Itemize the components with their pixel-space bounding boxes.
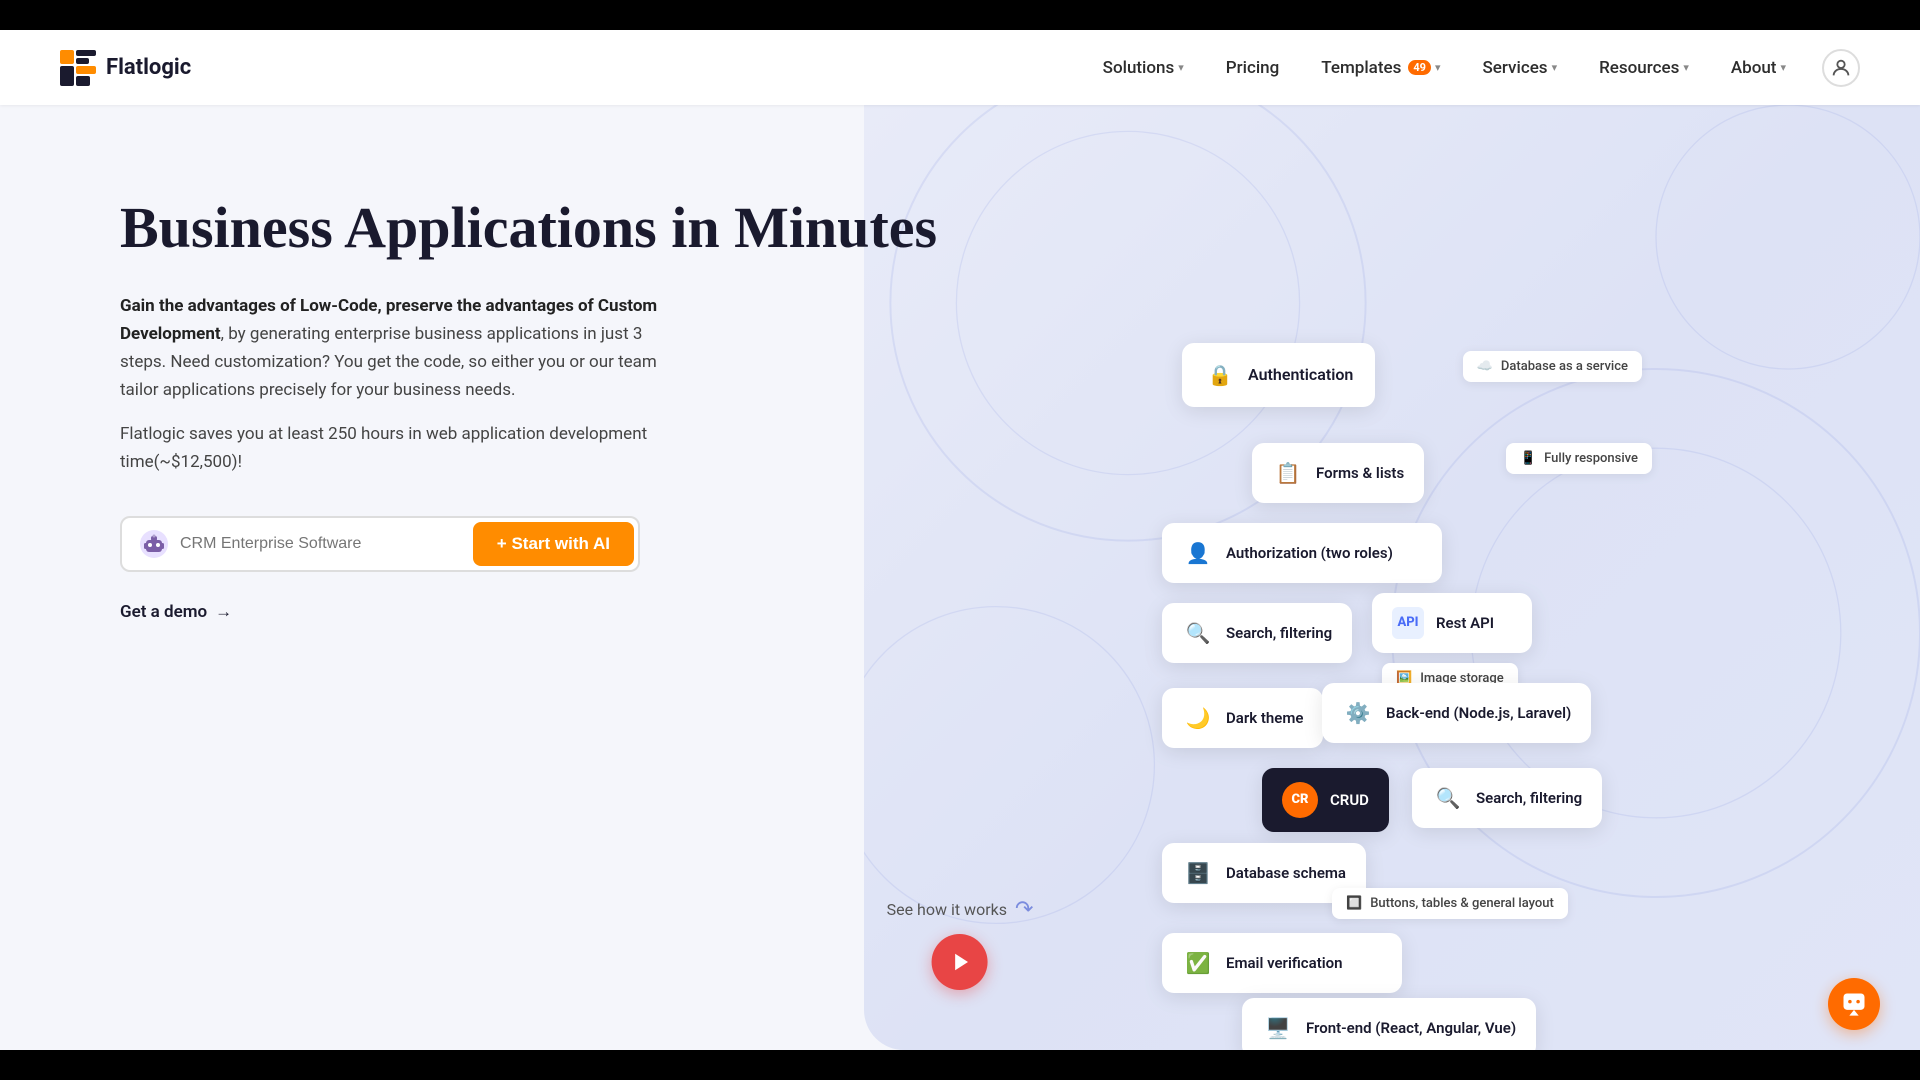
user-icon[interactable] <box>1822 49 1860 87</box>
authorization-label: Authorization (two roles) <box>1226 544 1393 562</box>
frontend-card[interactable]: 🖥️ Front-end (React, Angular, Vue) <box>1242 998 1536 1051</box>
see-how-label: See how it works <box>887 900 1007 919</box>
hero-desc-bold: Gain the advantages of Low-Code, preserv… <box>120 296 657 344</box>
cloud-icon: ☁️ <box>1477 359 1493 374</box>
backend-label: Back-end (Node.js, Laravel) <box>1386 704 1571 722</box>
start-ai-button[interactable]: + Start with AI <box>473 522 634 566</box>
search-input[interactable] <box>180 535 473 553</box>
buttons-tables-card[interactable]: 🔲 Buttons, tables & general layout <box>1332 888 1568 919</box>
templates-chevron: ▾ <box>1435 61 1441 74</box>
search-filtering-label: Search, filtering <box>1226 624 1332 642</box>
crud-label: CRUD <box>1330 791 1369 809</box>
hero-savings: Flatlogic saves you at least 250 hours i… <box>120 420 680 476</box>
hero-description: Gain the advantages of Low-Code, preserv… <box>120 292 680 404</box>
search-icon: 🔍 <box>1182 617 1214 649</box>
see-how-section: See how it works ↷ <box>887 897 1034 990</box>
search-filtering-2-card[interactable]: 🔍 Search, filtering <box>1412 768 1602 828</box>
chatbot-icon <box>1840 990 1868 1018</box>
crud-card[interactable]: CR CRUD <box>1262 768 1389 832</box>
ai-icon <box>138 528 170 560</box>
templates-badge: 49 <box>1408 60 1431 75</box>
backend-icon: ⚙️ <box>1342 697 1374 729</box>
nav-services[interactable]: Services ▾ <box>1467 50 1574 86</box>
dark-mode-icon: 🌙 <box>1182 702 1214 734</box>
layout-icon: 🔲 <box>1346 896 1362 911</box>
logo[interactable]: Flatlogic <box>60 50 191 86</box>
database-service-label: Database as a service <box>1501 359 1628 374</box>
hero-content: Business Applications in Minutes Gain th… <box>0 165 1056 622</box>
email-verify-icon: ✅ <box>1182 947 1214 979</box>
dark-theme-card[interactable]: 🌙 Dark theme <box>1162 688 1323 748</box>
frontend-icon: 🖥️ <box>1262 1012 1294 1044</box>
forms-lists-label: Forms & lists <box>1316 464 1404 482</box>
authentication-label: Authentication <box>1248 365 1353 384</box>
database-schema-label: Database schema <box>1226 864 1346 882</box>
forms-lists-card[interactable]: 📋 Forms & lists <box>1252 443 1424 503</box>
nav-resources[interactable]: Resources ▾ <box>1583 50 1705 86</box>
logo-text: Flatlogic <box>106 55 191 80</box>
navbar: Flatlogic Solutions ▾ Pricing Templates … <box>0 30 1920 105</box>
resources-chevron: ▾ <box>1683 61 1689 74</box>
play-icon <box>951 951 973 973</box>
nav-solutions[interactable]: Solutions ▾ <box>1087 50 1200 86</box>
get-demo-text: Get a demo <box>120 602 207 622</box>
curved-arrow-icon: ↷ <box>1015 897 1033 922</box>
frontend-label: Front-end (React, Angular, Vue) <box>1306 1019 1516 1037</box>
email-verification-card[interactable]: ✅ Email verification <box>1162 933 1402 993</box>
buttons-tables-label: Buttons, tables & general layout <box>1370 896 1554 911</box>
forms-icon: 📋 <box>1272 457 1304 489</box>
responsive-icon: 📱 <box>1520 451 1536 466</box>
nav-pricing[interactable]: Pricing <box>1210 50 1296 86</box>
nav-about[interactable]: About ▾ <box>1715 50 1802 86</box>
nav-links: Solutions ▾ Pricing Templates 49 ▾ Servi… <box>1087 50 1802 86</box>
see-how-text-area: See how it works ↷ <box>887 897 1034 922</box>
user-roles-icon: 👤 <box>1182 537 1214 569</box>
hero-section: Business Applications in Minutes Gain th… <box>0 105 1920 1050</box>
authorization-card[interactable]: 👤 Authorization (two roles) <box>1162 523 1442 583</box>
backend-card[interactable]: ⚙️ Back-end (Node.js, Laravel) <box>1322 683 1591 743</box>
services-chevron: ▾ <box>1552 61 1558 74</box>
nav-templates[interactable]: Templates 49 ▾ <box>1305 50 1456 86</box>
api-icon: API <box>1392 607 1424 639</box>
authentication-card[interactable]: 🔒 Authentication <box>1182 343 1375 407</box>
hero-title: Business Applications in Minutes <box>120 195 996 262</box>
play-button[interactable] <box>932 934 988 990</box>
arrow-right-icon: → <box>215 602 232 622</box>
chatbot-button[interactable] <box>1828 978 1880 1030</box>
lock-icon: 🔒 <box>1204 359 1236 391</box>
logo-icon <box>60 50 96 86</box>
crud-icon: CR <box>1282 782 1318 818</box>
rest-api-label: Rest API <box>1436 614 1494 632</box>
fully-responsive-card[interactable]: 📱 Fully responsive <box>1506 443 1652 474</box>
database-icon: 🗄️ <box>1182 857 1214 889</box>
filter-icon: 🔍 <box>1432 782 1464 814</box>
search-bar: + Start with AI <box>120 516 640 572</box>
cards-container: 🔒 Authentication ☁️ Database as a servic… <box>1122 333 1662 853</box>
email-verification-label: Email verification <box>1226 954 1343 972</box>
rest-api-card[interactable]: API Rest API <box>1372 593 1532 653</box>
dark-theme-label: Dark theme <box>1226 709 1303 727</box>
search-filtering-2-label: Search, filtering <box>1476 789 1582 807</box>
search-filtering-card[interactable]: 🔍 Search, filtering <box>1162 603 1352 663</box>
get-demo-link[interactable]: Get a demo → <box>120 602 996 622</box>
about-chevron: ▾ <box>1780 61 1786 74</box>
fully-responsive-label: Fully responsive <box>1544 451 1638 466</box>
solutions-chevron: ▾ <box>1178 61 1184 74</box>
database-service-card[interactable]: ☁️ Database as a service <box>1463 351 1642 382</box>
